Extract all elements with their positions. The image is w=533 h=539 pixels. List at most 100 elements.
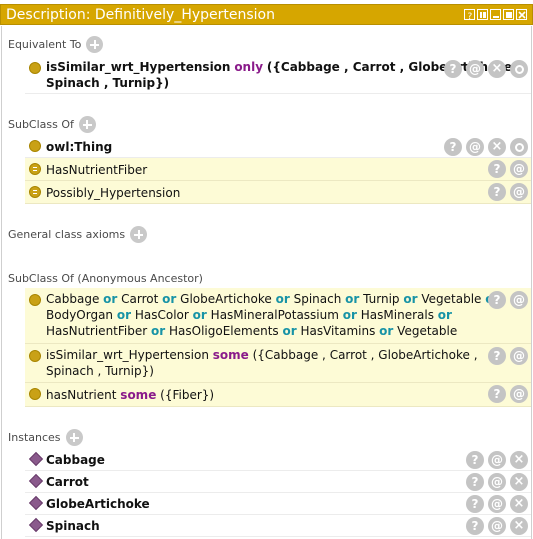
delete-icon[interactable]: × — [488, 138, 506, 156]
individual-icon — [28, 451, 44, 467]
delete-icon[interactable]: × — [510, 495, 528, 513]
annotate-icon[interactable]: @ — [466, 60, 484, 78]
keyword-or: or — [379, 324, 394, 338]
edit-icon[interactable] — [510, 60, 528, 78]
class-ref: Vegetable — [397, 324, 458, 338]
annotate-icon[interactable]: @ — [488, 495, 506, 513]
ancestor-row-similar[interactable]: isSimilar_wrt_Hypertension some ({Cabbag… — [25, 344, 531, 383]
subclass-row-possibly[interactable]: Possibly_Hypertension ? @ — [25, 181, 531, 204]
delete-icon[interactable]: × — [510, 517, 528, 535]
subclass-row-thing[interactable]: owl:Thing ? @ × — [25, 136, 531, 158]
delete-icon[interactable]: × — [510, 473, 528, 491]
instance-row[interactable]: Carrot ? @ × — [25, 471, 531, 493]
annotate-icon[interactable]: @ — [488, 473, 506, 491]
section-label: SubClass Of (Anonymous Ancestor) — [8, 272, 203, 285]
ancestor-expression: Cabbage or Carrot or GlobeArtichoke or S… — [46, 291, 499, 339]
delete-icon[interactable]: × — [510, 451, 528, 469]
filler-text: ({Cabbage , Carrot , GlobeArtichoke , — [252, 348, 478, 362]
instance-name: Carrot — [46, 475, 89, 489]
section-instances: Instances — [8, 429, 83, 446]
keyword-or: or — [345, 292, 360, 306]
keyword-only: only — [234, 60, 264, 74]
filler-text-cont: Spinach , Turnip}) — [46, 364, 154, 378]
keyword-or: or — [282, 324, 297, 338]
class-ref: Vegetable — [421, 292, 482, 306]
class-ref: HasColor — [134, 308, 189, 322]
filler-text-cont: Spinach , Turnip}) — [46, 76, 170, 90]
keyword-some: some — [120, 388, 157, 402]
keyword-or: or — [192, 308, 207, 322]
ancestor-row-union[interactable]: Cabbage or Carrot or GlobeArtichoke or S… — [25, 288, 531, 344]
help-icon[interactable]: ? — [466, 495, 484, 513]
instance-name: Cabbage — [46, 453, 105, 467]
section-anonymous-ancestor: SubClass Of (Anonymous Ancestor) — [8, 272, 203, 285]
keyword-or: or — [403, 292, 418, 306]
class-icon — [29, 140, 41, 152]
annotate-icon[interactable]: @ — [510, 347, 528, 365]
class-ref: Carrot — [121, 292, 159, 306]
close-window-icon[interactable] — [516, 9, 527, 20]
annotate-icon[interactable]: @ — [488, 451, 506, 469]
individual-icon — [28, 517, 44, 533]
annotate-icon[interactable]: @ — [488, 517, 506, 535]
class-ref: HasMineralPotassium — [210, 308, 339, 322]
class-ref: HasOligoElements — [169, 324, 279, 338]
help-icon[interactable]: ? — [488, 291, 506, 309]
subclass-name: HasNutrientFiber — [46, 163, 148, 177]
help-icon[interactable]: ? — [488, 347, 506, 365]
help-icon[interactable]: ? — [466, 473, 484, 491]
class-ref: HasVitamins — [300, 324, 376, 338]
annotate-icon[interactable]: @ — [510, 385, 528, 403]
instance-row[interactable]: GlobeArtichoke ? @ × — [25, 493, 531, 515]
annotate-icon[interactable]: @ — [466, 138, 484, 156]
help-icon[interactable]: ? — [488, 385, 506, 403]
delete-icon[interactable]: × — [488, 60, 506, 78]
add-instance-button[interactable] — [65, 429, 83, 446]
defined-class-icon — [29, 186, 41, 198]
help-icon[interactable]: ? — [488, 183, 506, 201]
svg-text:?: ? — [468, 12, 473, 21]
class-icon — [29, 388, 41, 400]
keyword-or: or — [103, 292, 118, 306]
annotate-icon[interactable]: @ — [510, 183, 528, 201]
view-title: Description: Definitively_Hypertension — [6, 6, 275, 23]
section-label: SubClass Of — [8, 118, 74, 131]
help-icon[interactable]: ? — [466, 517, 484, 535]
class-ref: Turnip — [363, 292, 400, 306]
class-description-panel: Equivalent To isSimilar_wrt_Hypertension… — [1, 26, 532, 539]
instance-name: Spinach — [46, 519, 100, 533]
help-icon[interactable]: ? — [466, 451, 484, 469]
help-icon[interactable]: ? — [444, 138, 462, 156]
help-icon[interactable]: ? — [488, 160, 506, 178]
section-equivalent-to: Equivalent To — [8, 36, 104, 53]
ancestor-expression: isSimilar_wrt_Hypertension some ({Cabbag… — [46, 347, 478, 379]
help-window-icon[interactable]: ? — [464, 9, 475, 21]
subclass-row-fiber[interactable]: HasNutrientFiber ? @ — [25, 158, 531, 181]
add-subclass-button[interactable] — [78, 116, 96, 133]
individual-icon — [28, 473, 44, 489]
keyword-or: or — [162, 292, 177, 306]
class-icon — [29, 62, 41, 74]
maximize-window-icon[interactable] — [503, 9, 514, 20]
window-buttons: ? — [464, 9, 532, 21]
add-general-axiom-button[interactable] — [130, 226, 148, 243]
class-icon — [29, 350, 41, 362]
annotate-icon[interactable]: @ — [510, 291, 528, 309]
instance-row[interactable]: Spinach ? @ × — [25, 515, 531, 537]
property-name: hasNutrient — [46, 388, 117, 402]
keyword-or: or — [342, 308, 357, 322]
section-label: General class axioms — [8, 228, 126, 241]
instance-row[interactable]: Cabbage ? @ × — [25, 449, 531, 471]
ancestor-row-nutrient[interactable]: hasNutrient some ({Fiber}) ? @ — [25, 383, 531, 407]
keyword-some: some — [212, 348, 249, 362]
add-equivalent-button[interactable] — [86, 36, 104, 53]
equivalent-row[interactable]: isSimilar_wrt_Hypertension only ({Cabbag… — [25, 57, 531, 94]
section-label: Instances — [8, 431, 61, 444]
help-icon[interactable]: ? — [444, 60, 462, 78]
minimize-window-icon[interactable] — [490, 9, 501, 20]
split-window-icon[interactable] — [477, 9, 488, 20]
keyword-or: or — [275, 292, 290, 306]
annotate-icon[interactable]: @ — [510, 160, 528, 178]
edit-icon[interactable] — [510, 138, 528, 156]
class-ref: GlobeArtichoke — [180, 292, 272, 306]
